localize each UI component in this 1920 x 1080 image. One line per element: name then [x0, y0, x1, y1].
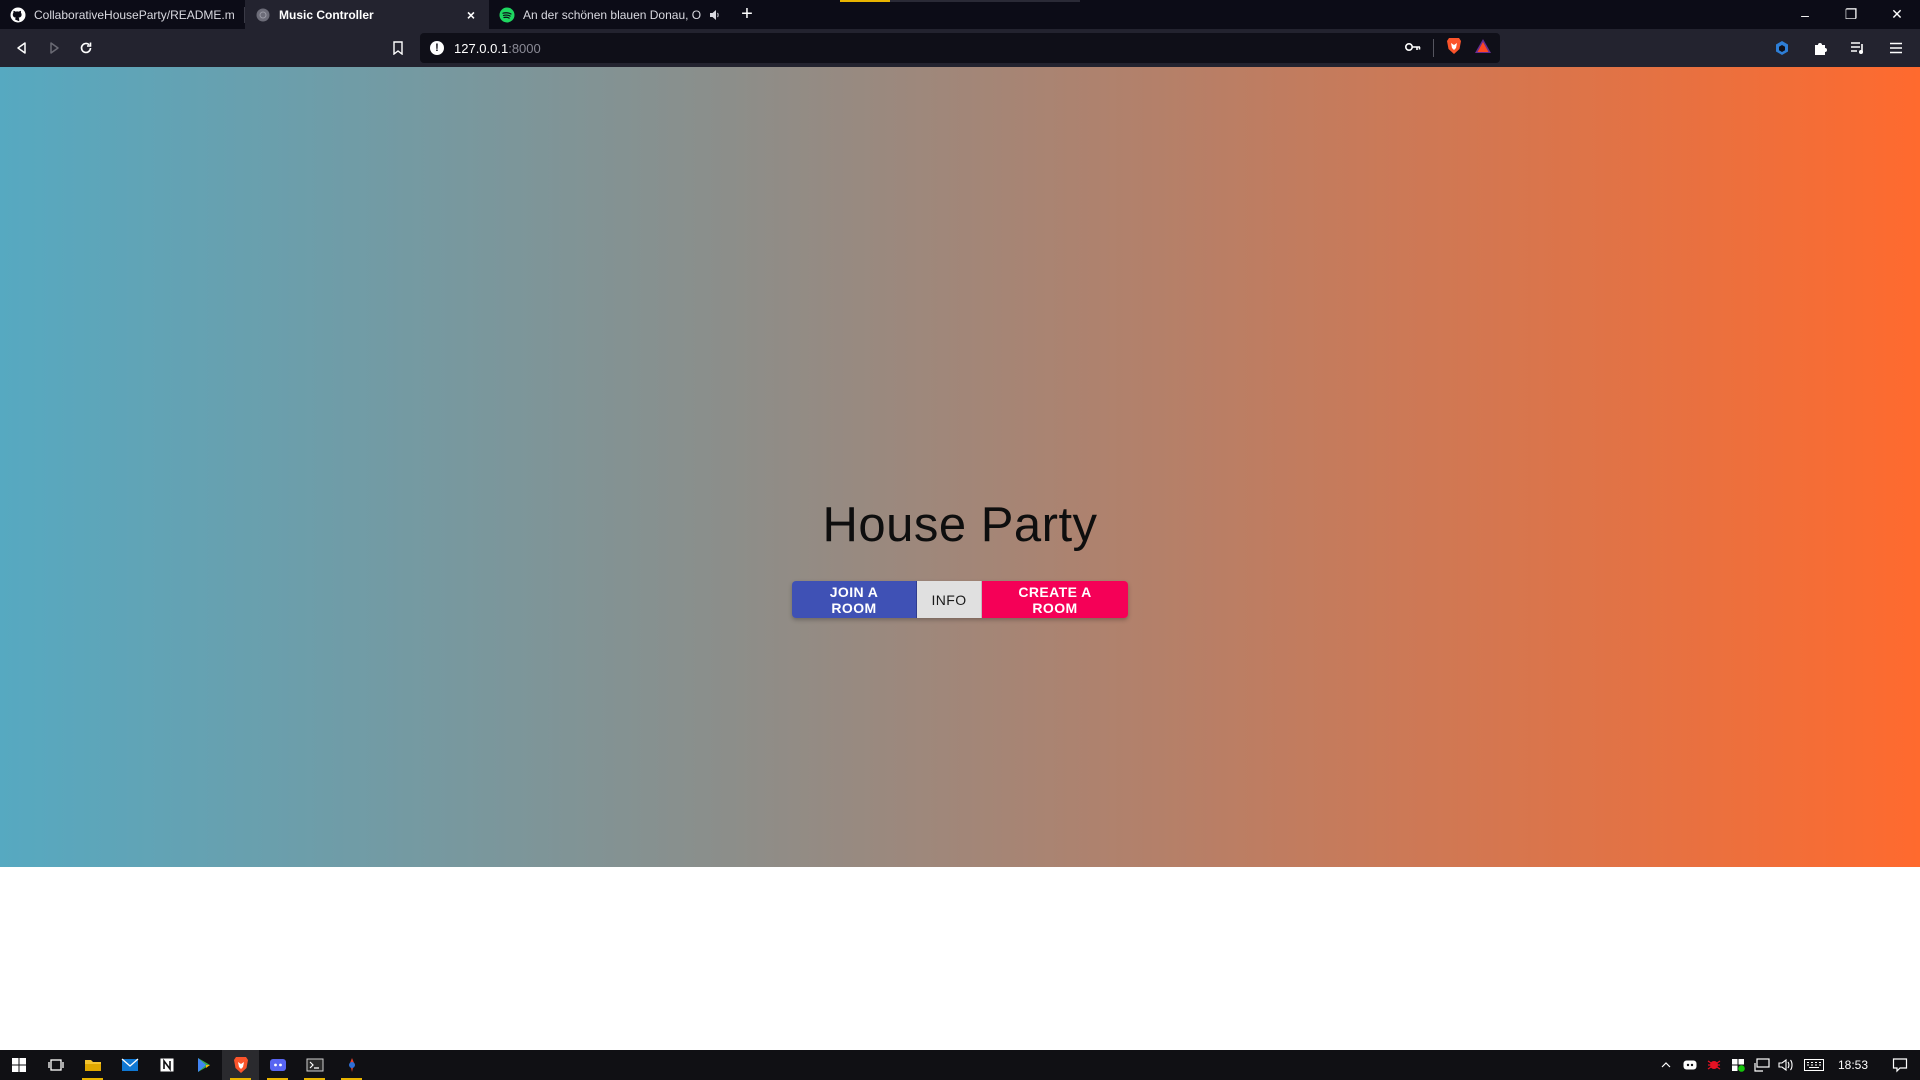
spotify-icon — [499, 7, 515, 23]
url-port: :8000 — [508, 40, 541, 56]
network-icon[interactable] — [1750, 1050, 1774, 1080]
system-tray: 18:53 — [1654, 1050, 1920, 1080]
site-info-icon[interactable]: ! — [430, 41, 444, 55]
bookmark-icon — [393, 41, 403, 55]
close-tab-icon[interactable]: × — [463, 7, 479, 23]
room-button-group: JOIN A ROOM INFO CREATE A ROOM — [792, 581, 1128, 618]
globe-icon — [255, 7, 271, 23]
media-controls-button[interactable] — [1842, 32, 1874, 64]
brave-rewards-icon[interactable] — [1474, 38, 1492, 59]
mail-icon[interactable] — [111, 1050, 148, 1080]
forward-button[interactable] — [38, 32, 70, 64]
task-view-icon[interactable] — [37, 1050, 74, 1080]
chevron-up-icon[interactable] — [1654, 1050, 1678, 1080]
hexagon-icon — [1776, 41, 1788, 55]
windows-start-icon[interactable] — [0, 1050, 37, 1080]
extensions-button[interactable] — [1804, 32, 1836, 64]
reload-icon — [80, 42, 92, 54]
speaker-icon[interactable] — [707, 7, 723, 23]
hero-gradient-background: House Party JOIN A ROOM INFO CREATE A RO… — [0, 67, 1920, 867]
menu-button[interactable] — [1880, 32, 1912, 64]
window-controls: – ❐ ✕ — [1782, 0, 1920, 29]
address-bar-actions — [1404, 33, 1492, 63]
notion-icon[interactable] — [148, 1050, 185, 1080]
toolbar-right — [1766, 29, 1912, 67]
keyboard-icon[interactable] — [1798, 1050, 1830, 1080]
github-icon — [10, 7, 26, 23]
tab-loading-track — [890, 0, 1080, 2]
page-viewport: House Party JOIN A ROOM INFO CREATE A RO… — [0, 67, 1920, 1050]
brave-browser-icon[interactable] — [222, 1050, 259, 1080]
restore-button[interactable]: ❐ — [1828, 0, 1874, 29]
minimize-button[interactable]: – — [1782, 0, 1828, 29]
back-button[interactable] — [6, 32, 38, 64]
tab-title: CollaborativeHouseParty/README.md — [34, 7, 234, 22]
security-shield-icon[interactable] — [1726, 1050, 1750, 1080]
hamburger-menu-icon — [1890, 42, 1902, 54]
back-arrow-icon — [17, 42, 26, 54]
brave-wallet-button[interactable] — [1766, 32, 1798, 64]
puzzle-icon — [1815, 43, 1827, 55]
page-title: House Party — [822, 498, 1098, 552]
taskbar-clock[interactable]: 18:53 — [1830, 1058, 1880, 1072]
discord-icon[interactable] — [259, 1050, 296, 1080]
reload-button[interactable] — [70, 32, 102, 64]
playlist-icon — [1851, 42, 1863, 54]
app-icon[interactable] — [333, 1050, 370, 1080]
join-room-button[interactable]: JOIN A ROOM — [792, 581, 917, 618]
notification-center-icon[interactable] — [1880, 1050, 1920, 1080]
google-play-icon[interactable] — [185, 1050, 222, 1080]
address-bar[interactable]: ! 127.0.0.1 :8000 — [420, 33, 1500, 63]
brave-shields-icon[interactable] — [1446, 37, 1462, 60]
close-window-button[interactable]: ✕ — [1874, 0, 1920, 29]
browser-toolbar: ! 127.0.0.1 :8000 — [0, 29, 1920, 67]
tab-readme[interactable]: CollaborativeHouseParty/README.md — [0, 0, 244, 29]
divider — [1433, 39, 1434, 57]
terminal-icon[interactable] — [296, 1050, 333, 1080]
create-room-button[interactable]: CREATE A ROOM — [982, 581, 1128, 618]
bug-icon[interactable] — [1702, 1050, 1726, 1080]
key-icon[interactable] — [1404, 39, 1421, 57]
new-tab-button[interactable]: + — [733, 0, 761, 29]
file-explorer-icon[interactable] — [74, 1050, 111, 1080]
tab-title: An der schönen blauen Donau, Op — [523, 7, 701, 22]
tab-loading-indicator — [840, 0, 890, 2]
discord-tray-icon[interactable] — [1678, 1050, 1702, 1080]
forward-arrow-icon — [50, 42, 59, 54]
bookmark-button[interactable] — [382, 32, 414, 64]
tab-strip: CollaborativeHouseParty/README.md Music … — [0, 0, 1920, 29]
windows-taskbar: 18:53 — [0, 1050, 1920, 1080]
tab-spotify[interactable]: An der schönen blauen Donau, Op — [489, 0, 733, 29]
url-host: 127.0.0.1 — [454, 40, 509, 56]
tab-title: Music Controller — [279, 7, 374, 22]
volume-icon[interactable] — [1774, 1050, 1798, 1080]
info-button[interactable]: INFO — [917, 581, 982, 618]
tab-music-controller[interactable]: Music Controller × — [245, 0, 489, 29]
